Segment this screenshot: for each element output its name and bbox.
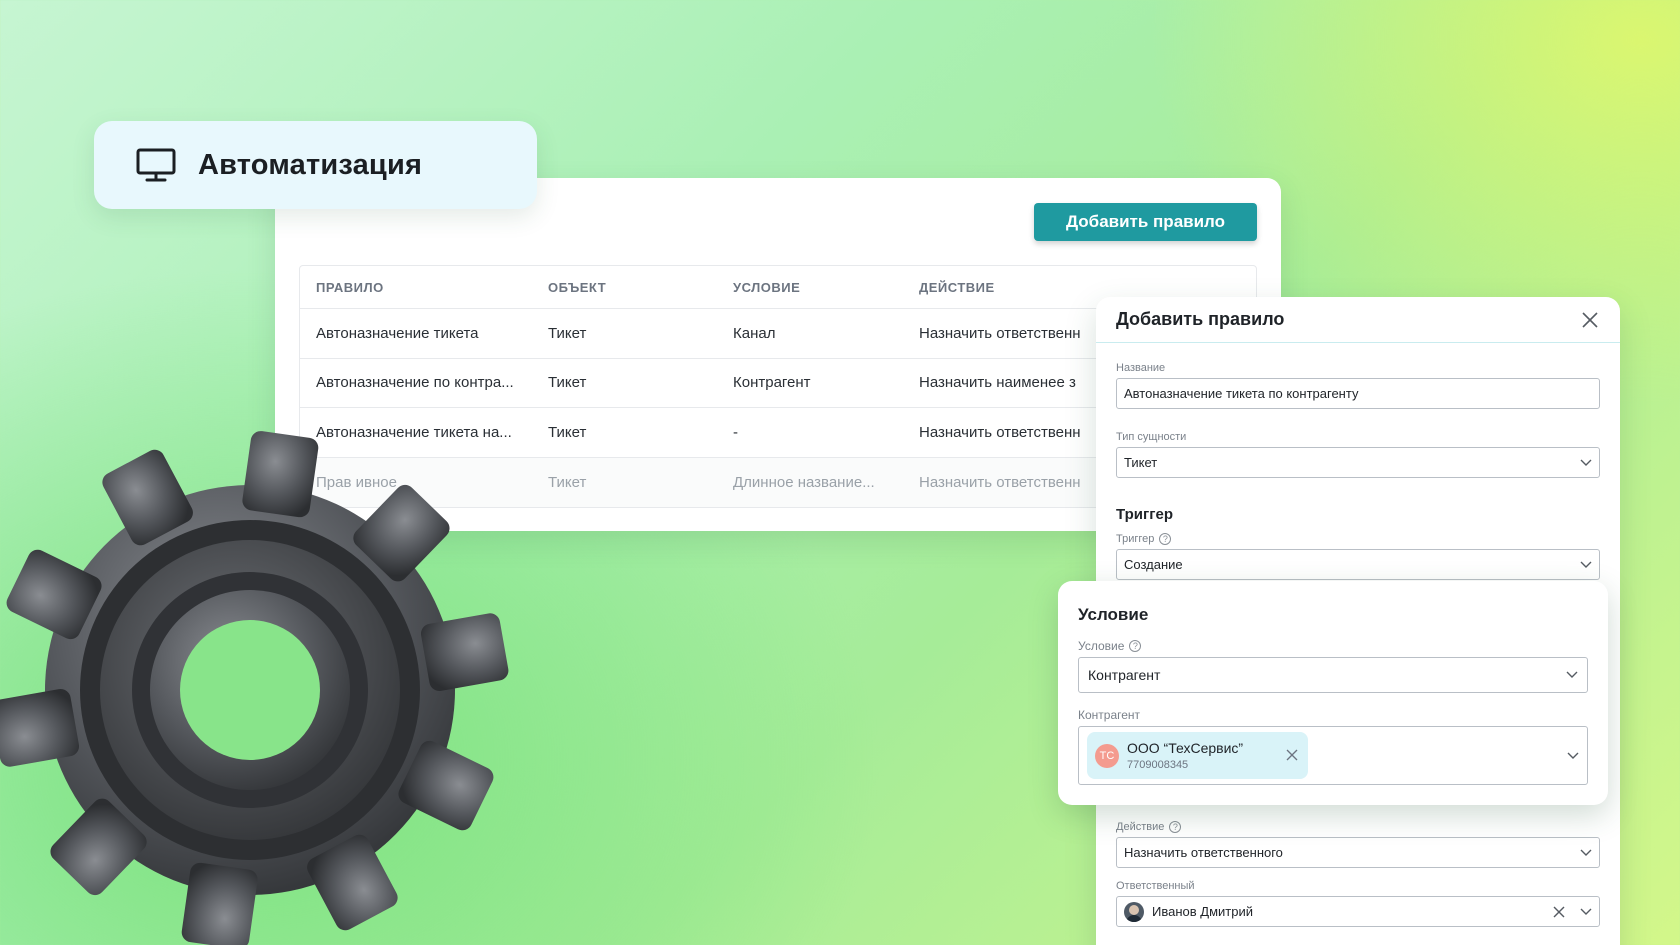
entity-type-value: Тикет <box>1124 455 1158 470</box>
entity-type-select[interactable]: Тикет <box>1116 447 1600 478</box>
counterparty-select[interactable]: ТС ООО “ТехСервис” 7709008345 <box>1078 726 1588 785</box>
chevron-down-icon <box>1580 459 1592 466</box>
column-header-rule[interactable]: ПРАВИЛО <box>300 280 548 295</box>
gear-illustration <box>0 431 509 945</box>
add-rule-button[interactable]: Добавить правило <box>1034 203 1257 241</box>
chevron-down-icon <box>1566 671 1578 678</box>
counterparty-chip[interactable]: ТС ООО “ТехСервис” 7709008345 <box>1087 732 1308 779</box>
name-field: Название Автоназначение тикета по контра… <box>1116 362 1600 409</box>
action-select[interactable]: Назначить ответственного <box>1116 837 1600 868</box>
condition-label-row: Условие ? <box>1078 639 1588 653</box>
trigger-section-title: Триггер <box>1116 506 1173 523</box>
column-header-object[interactable]: ОБЪЕКТ <box>548 280 733 295</box>
counterparty-inn: 7709008345 <box>1127 759 1189 771</box>
trigger-label-row: Триггер ? <box>1116 533 1600 545</box>
assignee-controls <box>1552 905 1592 919</box>
counterparty-info: ООО “ТехСервис” 7709008345 <box>1127 740 1243 771</box>
remove-chip-icon[interactable] <box>1286 749 1298 761</box>
chevron-down-icon <box>1580 849 1592 856</box>
cell-condition: Контрагент <box>733 374 811 392</box>
action-label: Действие <box>1116 821 1165 833</box>
condition-select[interactable]: Контрагент <box>1078 657 1588 693</box>
condition-card: Условие Условие ? Контрагент Контрагент … <box>1058 581 1608 805</box>
page-title: Автоматизация <box>198 148 423 181</box>
name-label: Название <box>1116 362 1166 374</box>
cell-object: Тикет <box>548 423 587 441</box>
action-value: Назначить ответственного <box>1124 845 1283 860</box>
assignee-chip: Иванов Дмитрий <box>1124 901 1253 922</box>
assignee-select[interactable]: Иванов Дмитрий <box>1116 896 1600 927</box>
cell-rule: Автоназначение тикета <box>316 324 479 342</box>
clear-icon[interactable] <box>1552 905 1566 919</box>
cell-object: Тикет <box>548 374 587 392</box>
trigger-value: Создание <box>1124 557 1183 572</box>
chevron-down-icon <box>1567 752 1579 759</box>
help-icon[interactable]: ? <box>1169 821 1182 833</box>
trigger-field: Триггер ? Создание <box>1116 533 1600 580</box>
column-header-action[interactable]: ДЕЙСТВИЕ <box>919 280 1256 295</box>
name-value: Автоназначение тикета по контрагенту <box>1124 386 1359 401</box>
modal-title: Добавить правило <box>1116 309 1285 329</box>
avatar <box>1124 901 1144 922</box>
counterparty-name: ООО “ТехСервис” <box>1127 740 1244 756</box>
action-label-row: Действие ? <box>1116 821 1600 833</box>
condition-value: Контрагент <box>1088 667 1161 683</box>
condition-section-title: Условие <box>1078 605 1149 624</box>
monitor-icon <box>136 148 176 182</box>
column-header-condition[interactable]: УСЛОВИЕ <box>733 280 919 295</box>
action-field: Действие ? Назначить ответственного <box>1116 821 1600 868</box>
assignee-field: Ответственный Иванов Дмитрий <box>1116 880 1600 927</box>
trigger-select[interactable]: Создание <box>1116 549 1600 580</box>
help-icon[interactable]: ? <box>1129 640 1142 652</box>
assignee-value: Иванов Дмитрий <box>1152 904 1253 919</box>
cell-condition: Канал <box>733 324 776 342</box>
condition-label: Условие <box>1078 639 1125 653</box>
name-input[interactable]: Автоназначение тикета по контрагенту <box>1116 378 1600 409</box>
counterparty-label: Контрагент <box>1078 708 1141 722</box>
assignee-label: Ответственный <box>1116 880 1195 892</box>
modal-header: Добавить правило <box>1096 297 1620 343</box>
cell-condition: Длинное название... <box>733 473 875 491</box>
entity-type-label: Тип сущности <box>1116 431 1187 443</box>
cell-object: Тикет <box>548 473 587 491</box>
cell-rule: Автоназначение по контра... <box>316 374 514 392</box>
trigger-label: Триггер <box>1116 533 1155 545</box>
condition-field: Условие ? Контрагент <box>1078 639 1588 693</box>
entity-type-field: Тип сущности Тикет <box>1116 431 1600 478</box>
page-header-card: Автоматизация <box>94 121 537 209</box>
counterparty-avatar: ТС <box>1095 743 1119 768</box>
counterparty-field: Контрагент ТС ООО “ТехСервис” 7709008345 <box>1078 708 1588 785</box>
close-icon[interactable] <box>1580 310 1600 330</box>
cell-condition: - <box>733 423 738 441</box>
cell-object: Тикет <box>548 324 587 342</box>
help-icon[interactable]: ? <box>1159 533 1172 545</box>
chevron-down-icon <box>1580 561 1592 568</box>
chevron-down-icon <box>1580 908 1592 915</box>
